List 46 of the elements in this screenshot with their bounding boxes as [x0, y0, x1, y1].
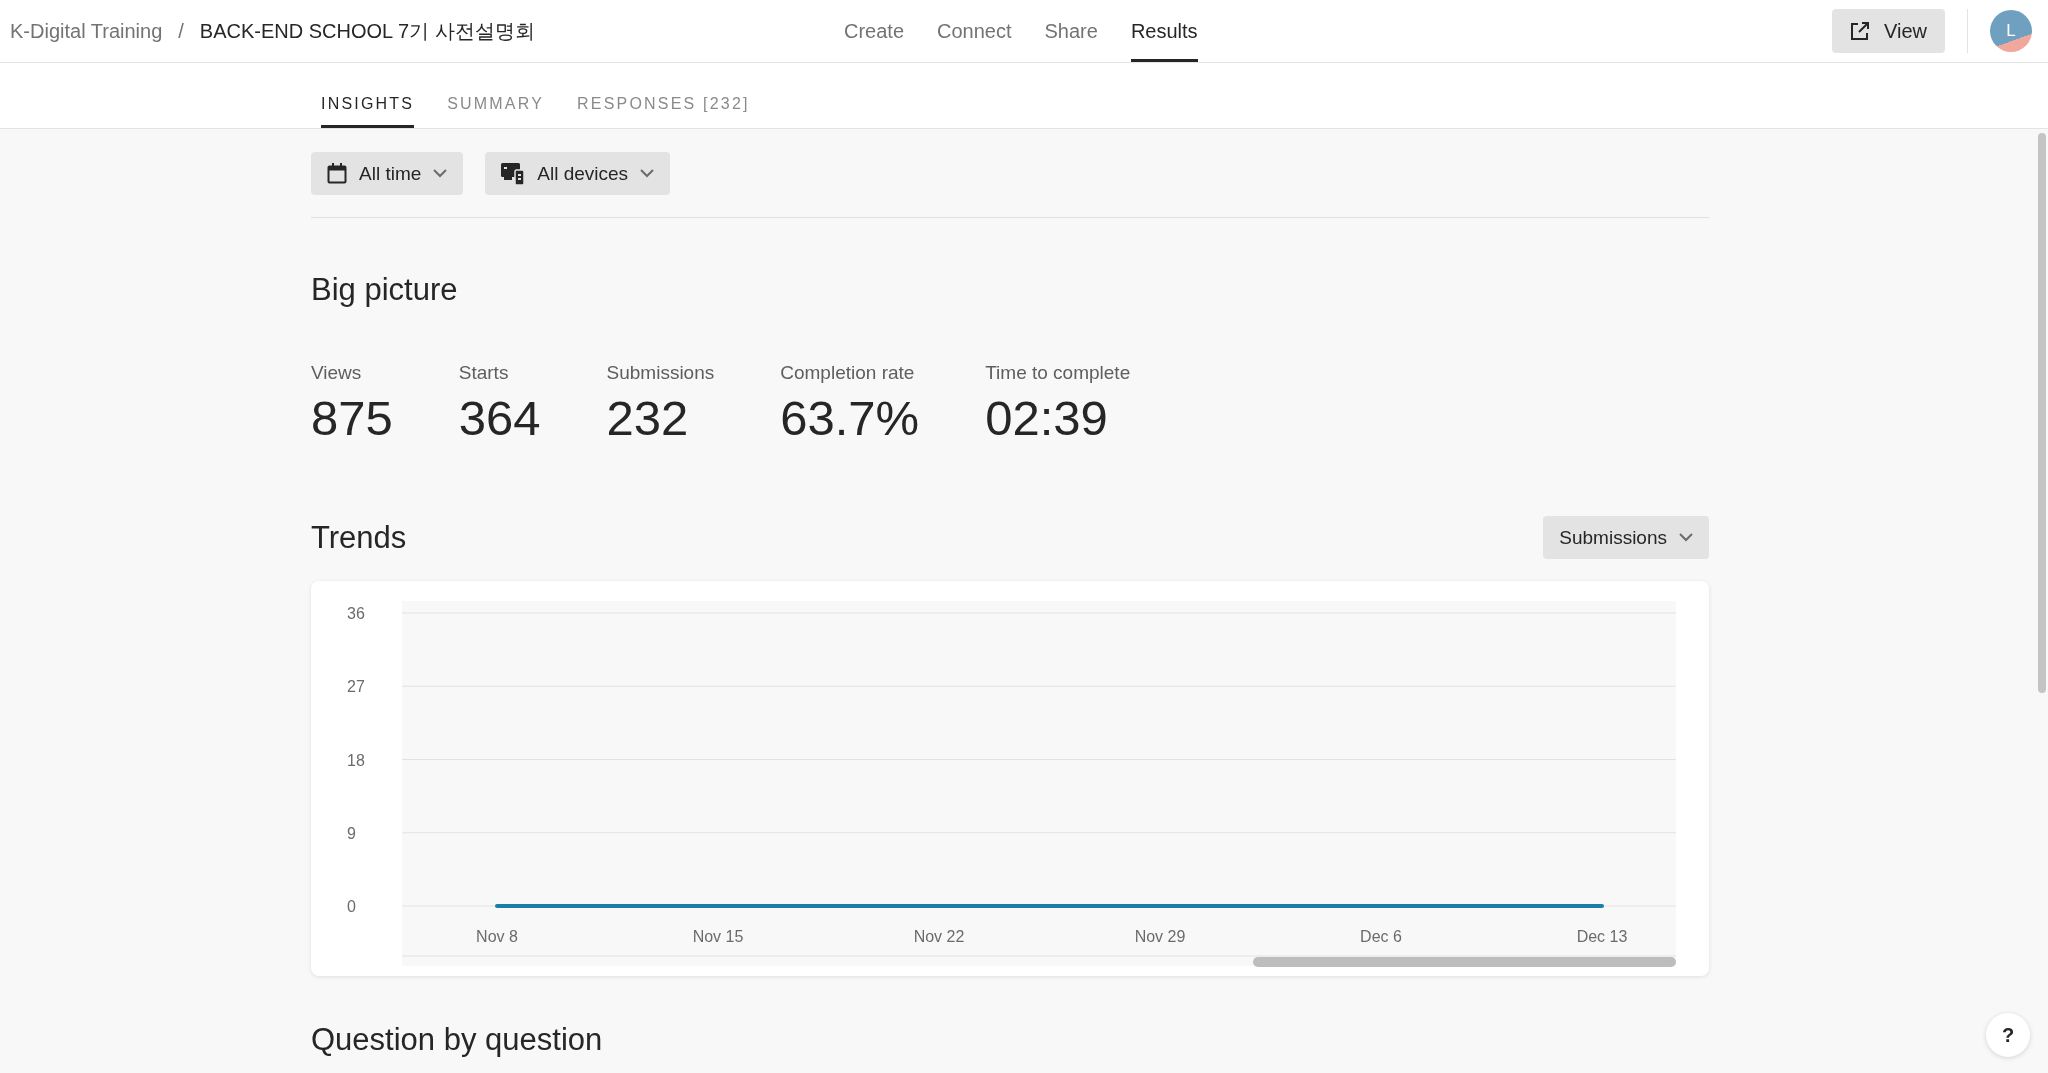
workspace-link[interactable]: K-Digital Training [10, 19, 163, 43]
stat-value: 63.7% [780, 390, 920, 446]
report-tab[interactable]: RESPONSES [232] [577, 63, 750, 128]
help-button[interactable]: ? [1986, 1013, 2030, 1057]
calendar-icon [327, 163, 347, 184]
scrollbar-thumb[interactable] [1253, 957, 1676, 967]
stat-value: 232 [606, 390, 690, 446]
x-axis-label: Nov 29 [1134, 928, 1186, 945]
stat-label: Views [311, 362, 363, 384]
section-title: Trends [311, 519, 407, 556]
nav-tab[interactable]: Connect [937, 0, 1012, 62]
stat-label: Submissions [606, 362, 715, 384]
nav-tab[interactable]: Share [1044, 0, 1098, 62]
breadcrumb-separator: / [178, 19, 184, 43]
x-axis-label: Nov 22 [913, 928, 965, 945]
scrollbar-thumb[interactable] [2038, 133, 2046, 693]
stat-label: Completion rate [780, 362, 916, 384]
section-title: Big picture [311, 272, 459, 308]
chevron-down-icon [640, 169, 655, 178]
report-tab[interactable]: SUMMARY [447, 63, 545, 128]
x-axis-label: Dec 6 [1360, 928, 1402, 945]
stat-value: 02:39 [985, 390, 1109, 446]
filter-dropdown[interactable]: All devices [485, 152, 671, 195]
x-axis-label: Nov 8 [476, 928, 518, 945]
stat-value: 875 [311, 390, 393, 446]
stat-label: Time to complete [985, 362, 1131, 384]
metric-dropdown[interactable]: Submissions [1543, 516, 1709, 559]
view-button[interactable]: View [1832, 9, 1945, 53]
external-link-icon [1850, 21, 1870, 41]
stat-label: Starts [458, 362, 510, 384]
stat-value: 364 [458, 390, 541, 446]
y-axis-label: 9 [347, 824, 356, 842]
chevron-down-icon [433, 169, 448, 178]
y-axis-label: 18 [347, 751, 365, 769]
section-title: Question by question [311, 1022, 604, 1058]
nav-tab[interactable]: Create [844, 0, 905, 62]
devices-icon [501, 162, 526, 185]
y-axis-label: 0 [347, 898, 356, 915]
y-axis-label: 27 [347, 678, 365, 696]
x-axis-label: Dec 13 [1576, 928, 1628, 945]
form-title: BACK-END SCHOOL 7기 사전설명회 [199, 18, 535, 44]
filter-dropdown[interactable]: All time [311, 152, 464, 195]
report-tab[interactable]: INSIGHTS [321, 63, 415, 128]
y-axis-label: 36 [347, 605, 365, 622]
x-axis-label: Nov 15 [692, 928, 744, 945]
chevron-down-icon [1679, 533, 1693, 542]
